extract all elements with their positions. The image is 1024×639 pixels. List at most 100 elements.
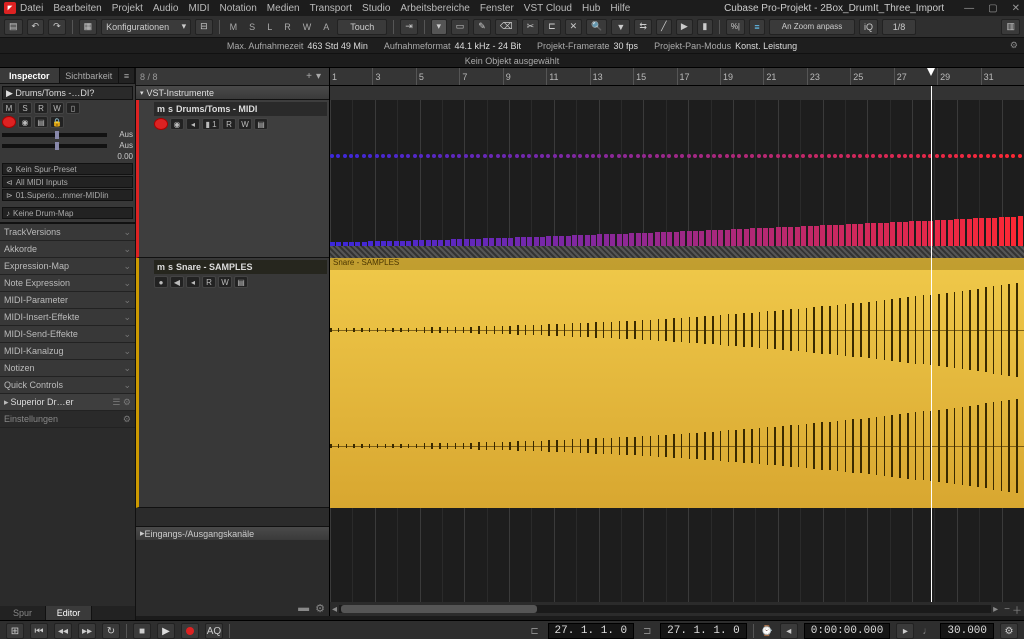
record-button[interactable] <box>181 623 199 639</box>
retrospective-button[interactable]: AQ <box>205 623 223 639</box>
zoom-tool[interactable]: 🔍 <box>586 19 607 35</box>
section-instrument[interactable]: ▸Superior Dr…er☰ ⚙ <box>0 394 135 411</box>
goto-left-button[interactable]: ◂ <box>780 623 798 639</box>
section-expression-map[interactable]: Expression-Map⌄ <box>0 258 135 275</box>
time-format-icon[interactable]: ⌚ <box>760 624 774 638</box>
solo-button[interactable]: S <box>18 102 32 114</box>
transport-setup-button[interactable]: ⊞ <box>6 623 24 639</box>
menu-studio[interactable]: Studio <box>362 3 390 14</box>
footer-tab-spur[interactable]: Spur <box>0 606 46 620</box>
track2-record-button[interactable]: ● <box>154 276 168 288</box>
mute-tool[interactable]: ✕ <box>565 19 583 35</box>
menu-midi[interactable]: MIDI <box>188 3 209 14</box>
menu-transport[interactable]: Transport <box>310 3 352 14</box>
section-trackversions[interactable]: TrackVersions⌄ <box>0 224 135 241</box>
write-button[interactable]: W <box>50 102 64 114</box>
maximize-button[interactable]: ▢ <box>988 3 997 14</box>
minimize-button[interactable]: — <box>964 3 974 14</box>
track1-channel[interactable]: ▮ 1 <box>202 118 220 130</box>
track-drums-toms[interactable]: msDrums/Toms - MIDI ◉ ◂ ▮ 1 R W ▤ <box>136 100 329 258</box>
undo-button[interactable]: ↶ <box>27 19 45 35</box>
folder-vst-instrumente[interactable]: ▾VST-Instrumente <box>136 86 329 100</box>
grid-value[interactable]: 1/8 <box>882 19 916 35</box>
track1-lane-button[interactable]: ▤ <box>254 118 268 130</box>
section-midi-send[interactable]: MIDI-Send-Effekte⌄ <box>0 326 135 343</box>
section-midi-kanalzug[interactable]: MIDI-Kanalzug⌄ <box>0 343 135 360</box>
track2-write-button[interactable]: W <box>218 276 232 288</box>
track-snare-samples[interactable]: msSnare - SAMPLES ● ◀ ◂ R W ▤ <box>136 258 329 508</box>
timeline-ruler[interactable]: 135791113151719212325272931 <box>330 68 1024 86</box>
inspector-tab[interactable]: Inspector <box>0 68 60 83</box>
menu-bearbeiten[interactable]: Bearbeiten <box>53 3 101 14</box>
snap-type[interactable]: An Zoom anpass <box>769 19 855 35</box>
state-a[interactable]: A <box>319 22 333 32</box>
bar-icon[interactable]: ♩ <box>920 624 934 638</box>
menu-medien[interactable]: Medien <box>267 3 300 14</box>
color-tool[interactable]: ▮ <box>697 19 713 35</box>
menu-datei[interactable]: Datei <box>20 3 43 14</box>
state-s[interactable]: S <box>245 22 259 32</box>
drum-map[interactable]: ♪Keine Drum-Map <box>2 207 133 219</box>
audio-clip[interactable]: Snare - SAMPLES <box>330 258 1024 508</box>
tracklist-settings-icon[interactable]: ▾ <box>316 71 321 82</box>
section-midi-parameter[interactable]: MIDI-Parameter⌄ <box>0 292 135 309</box>
state-l[interactable]: L <box>263 22 276 32</box>
arrange-area[interactable]: 135791113151719212325272931 S <box>330 68 1024 616</box>
track2-read-button[interactable]: R <box>202 276 216 288</box>
pan-fader[interactable] <box>2 144 107 148</box>
track1-read-button[interactable]: R <box>222 118 236 130</box>
freeze-button[interactable]: ▯ <box>66 102 80 114</box>
state-r[interactable]: R <box>280 22 295 32</box>
media-button[interactable]: ▦ <box>79 19 98 35</box>
midi-lane[interactable] <box>330 86 1024 258</box>
record-arm-button[interactable] <box>2 116 16 128</box>
state-m[interactable]: M <box>226 22 242 32</box>
section-midi-insert[interactable]: MIDI-Insert-Effekte⌄ <box>0 309 135 326</box>
marker-left-icon[interactable]: ⊏ <box>528 624 542 638</box>
track2-lane-button[interactable]: ▤ <box>234 276 248 288</box>
redo-button[interactable]: ↷ <box>48 19 66 35</box>
line-tool[interactable]: ╱ <box>656 19 672 35</box>
left-locator[interactable]: 27. 1. 1. 0 <box>548 623 635 639</box>
track-preset[interactable]: ⊘Kein Spur-Preset <box>2 163 133 175</box>
track1-write-button[interactable]: W <box>238 118 252 130</box>
toggle-zones-button[interactable]: ▤ <box>4 19 23 35</box>
add-track-icon[interactable]: + <box>306 71 312 82</box>
draw-tool[interactable]: ✎ <box>473 19 491 35</box>
close-button[interactable]: ✕ <box>1012 3 1020 14</box>
auto-scroll-button[interactable]: ⇥ <box>400 19 418 35</box>
menu-fenster[interactable]: Fenster <box>480 3 514 14</box>
menu-hub[interactable]: Hub <box>582 3 600 14</box>
warp-tool[interactable]: ⇆ <box>634 19 652 35</box>
goto-start-button[interactable]: ⏮ <box>30 623 48 639</box>
visibility-tab[interactable]: Sichtbarkeit <box>60 68 120 83</box>
goto-right-button[interactable]: ▸ <box>896 623 914 639</box>
rewind-button[interactable]: ◂◂ <box>54 623 72 639</box>
play-button[interactable]: ▶ <box>157 623 175 639</box>
output-routing[interactable]: ⊳01.Superio…mmer-MIDIin <box>2 189 133 201</box>
menu-arbeitsbereiche[interactable]: Arbeitsbereiche <box>400 3 469 14</box>
track1-record-button[interactable] <box>154 118 168 130</box>
constrain-button[interactable]: ⊟ <box>195 19 213 35</box>
secondary-time[interactable]: 30.000 <box>940 623 994 639</box>
lane-button[interactable]: ▤ <box>34 116 48 128</box>
config-dropdown[interactable]: Konfigurationen▾ <box>101 19 191 35</box>
track1-monitor-button[interactable]: ◉ <box>170 118 184 130</box>
state-w[interactable]: W <box>299 22 316 32</box>
menu-projekt[interactable]: Projekt <box>112 3 143 14</box>
menu-vstcloud[interactable]: VST Cloud <box>524 3 572 14</box>
section-note-expression[interactable]: Note Expression⌄ <box>0 275 135 292</box>
punch-icon[interactable]: ⊐ <box>640 624 654 638</box>
right-locator[interactable]: 27. 1. 1. 0 <box>660 623 747 639</box>
section-akkorde[interactable]: Akkorde⌄ <box>0 241 135 258</box>
arrow-tool[interactable]: ▾ <box>431 19 447 35</box>
inspector-pin-icon[interactable]: ≡ <box>119 68 135 83</box>
menu-hilfe[interactable]: Hilfe <box>610 3 630 14</box>
audio-lane[interactable]: Snare - SAMPLES <box>330 258 1024 508</box>
folder-io-kanaele[interactable]: ▸Eingangs-/Ausgangskanäle <box>136 526 329 540</box>
section-quick-controls[interactable]: Quick Controls⌄ <box>0 377 135 394</box>
read-button[interactable]: R <box>34 102 48 114</box>
track1-input-button[interactable]: ◂ <box>186 118 200 130</box>
zoom-out-v-icon[interactable]: ▬ <box>298 602 309 614</box>
snap-toggle2[interactable]: ≡ <box>749 19 765 35</box>
